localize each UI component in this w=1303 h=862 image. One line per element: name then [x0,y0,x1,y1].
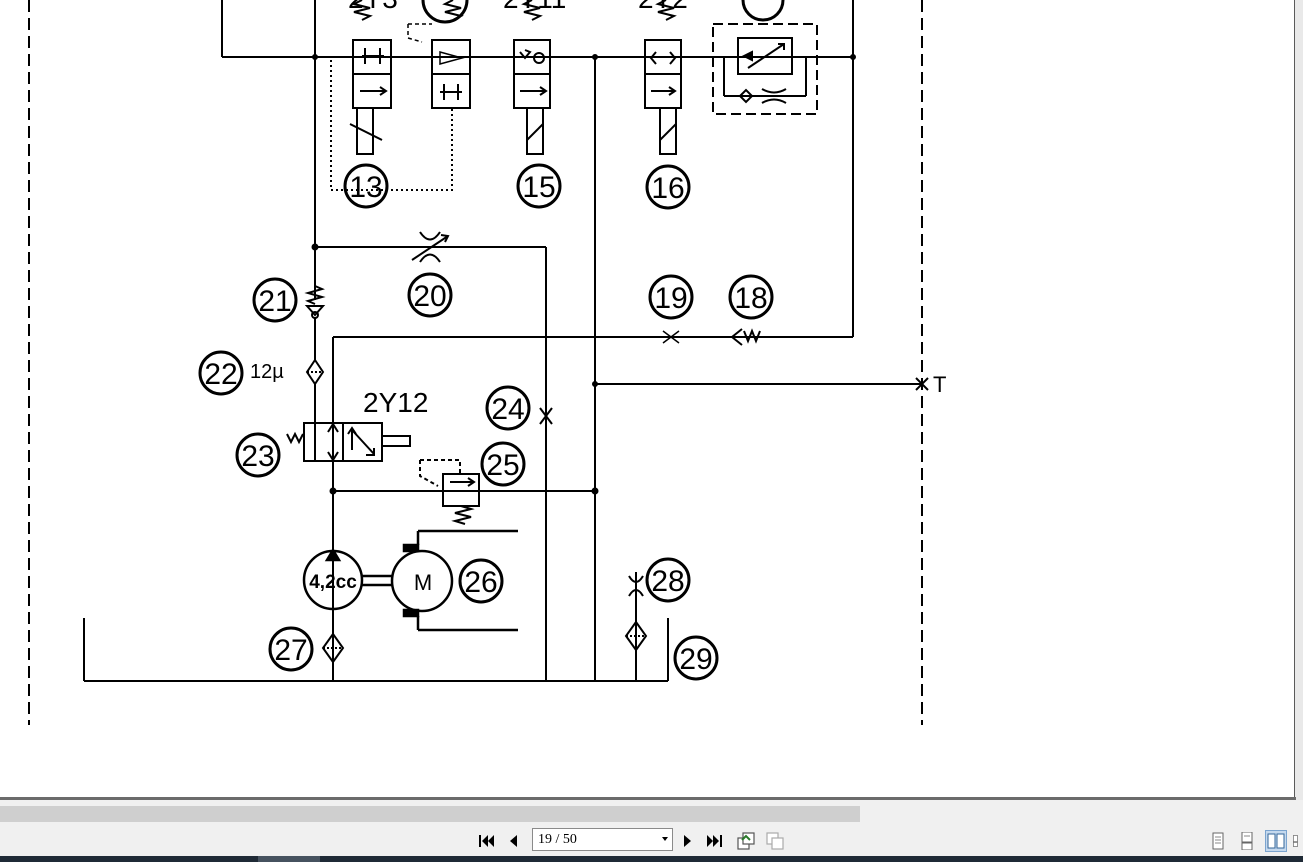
pump-displacement: 4,2cc [309,572,357,593]
callout-16: 16 [651,172,684,205]
two-page-view-button[interactable] [1265,830,1287,852]
callout-20: 20 [413,280,446,313]
callout-23: 23 [241,440,274,473]
continuous-page-icon [1241,832,1253,850]
os-taskbar [0,856,1303,862]
callout-22: 22 [204,358,237,391]
hydraulic-schematic: 2Y3 2Y11 2Y2 13 15 16 20 21 19 18 22 24 … [28,0,946,725]
callout-15: 15 [522,171,555,204]
next-page-button[interactable] [678,830,698,852]
callout-19: 19 [654,282,687,315]
filter-rating: 12µ [250,361,284,383]
motor-label: M [414,570,432,595]
viewer-border-right [1294,0,1303,800]
two-page-continuous-view-button[interactable] [1292,830,1303,852]
callout-29: 29 [679,643,712,676]
first-page-icon [479,835,494,847]
horizontal-scrollbar-thumb[interactable] [0,806,860,822]
last-page-button[interactable] [705,830,725,852]
taskbar-active-item[interactable] [258,856,320,862]
last-page-icon [707,835,722,847]
valve-13 [349,0,392,155]
callout-26: 26 [464,566,497,599]
flow-control-17 [712,23,818,115]
label-2Y11: 2Y11 [503,0,566,14]
label-2Y3: 2Y3 [348,0,398,14]
next-view-button[interactable] [765,830,785,852]
callout-28: 28 [651,565,684,598]
page-number-value: 19 / 50 [538,832,577,847]
valve-15 [513,0,551,155]
relief-valve-25 [329,459,599,525]
page-number-select[interactable]: 19 / 50 [532,828,673,851]
chevron-down-icon [662,837,668,841]
callout-13: 13 [349,171,382,204]
next-page-icon [684,835,691,847]
callout-25: 25 [486,449,519,482]
label-2Y2: 2Y2 [638,0,688,14]
callout-21: 21 [258,285,291,318]
single-page-view-button[interactable] [1207,830,1229,852]
previous-page-button[interactable] [503,830,523,852]
callout-24: 24 [491,393,524,426]
single-page-icon [1212,832,1224,850]
previous-view-button[interactable] [736,830,756,852]
tank-port-label: T [933,372,946,397]
callout-18: 18 [734,282,767,315]
check-valve-21 [304,285,326,423]
next-view-icon [766,832,784,850]
document-viewport[interactable]: 2Y3 2Y11 2Y2 13 15 16 20 21 19 18 22 24 … [0,0,1296,798]
tank-29 [83,572,669,682]
previous-view-icon [737,832,755,850]
label-2Y12: 2Y12 [363,387,428,418]
two-page-continuous-icon [1293,835,1298,847]
callout-27: 27 [274,634,307,667]
two-page-icon [1267,833,1285,849]
first-page-button[interactable] [476,830,496,852]
continuous-view-button[interactable] [1236,830,1258,852]
previous-page-icon [510,835,517,847]
valve-16 [644,0,682,155]
